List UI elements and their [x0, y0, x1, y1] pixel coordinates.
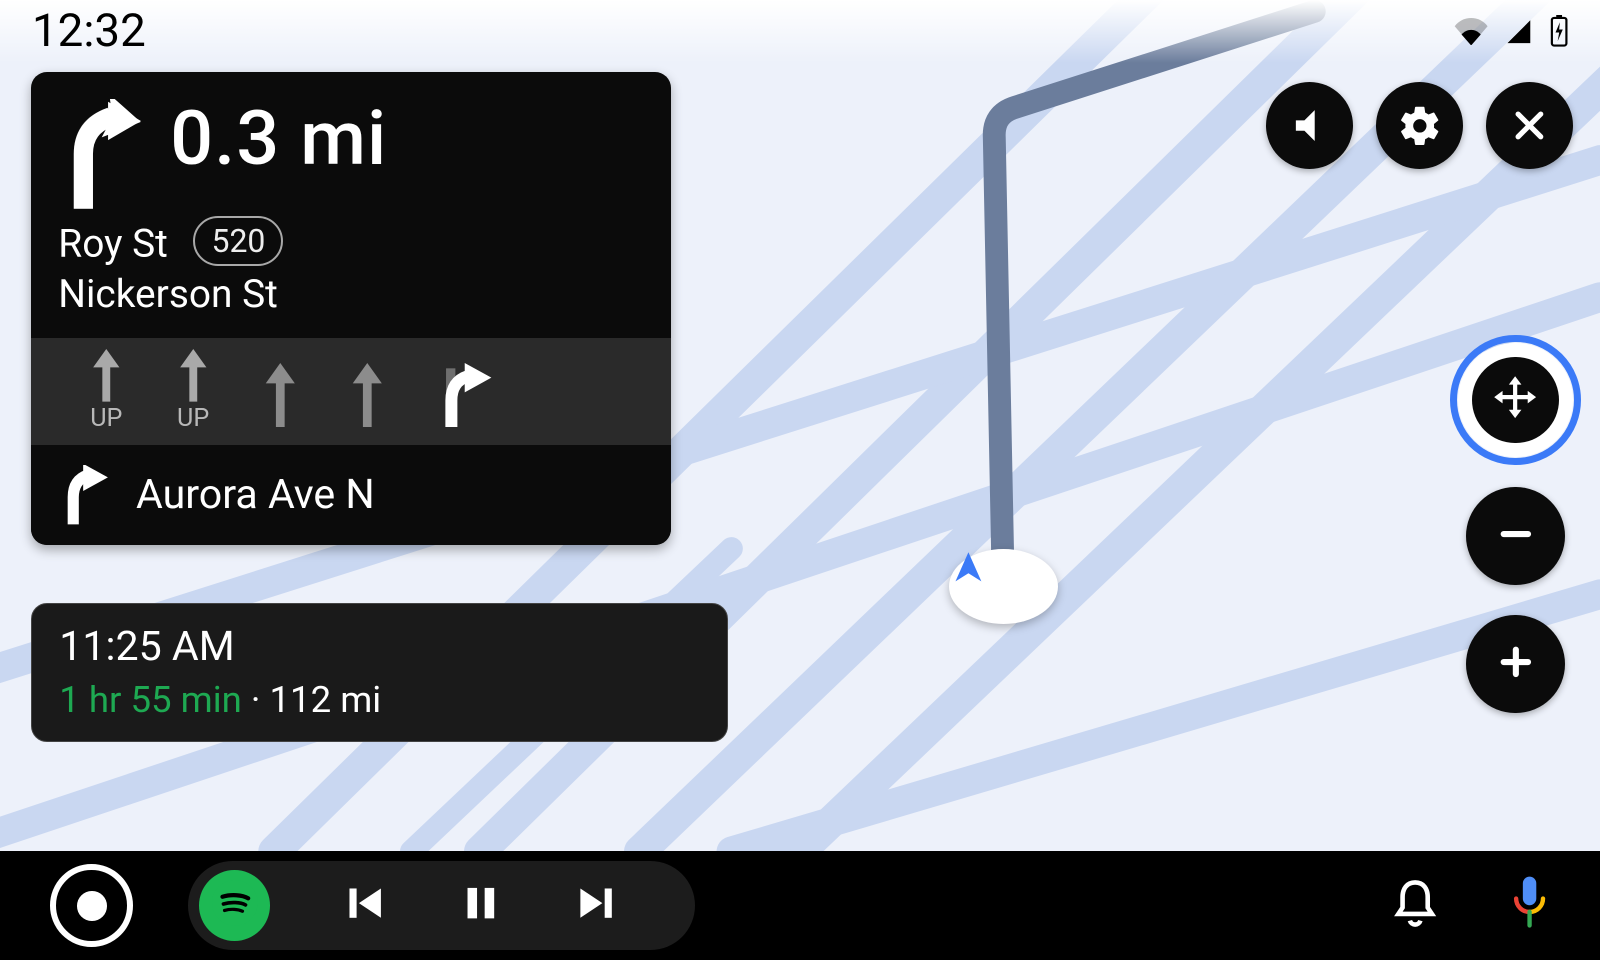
minus-icon	[1493, 511, 1539, 562]
spotify-button[interactable]	[199, 870, 270, 941]
eta-separator: ·	[242, 678, 270, 721]
next-step: Aurora Ave N	[31, 445, 671, 546]
bell-icon	[1390, 915, 1440, 936]
route-badge: 520	[193, 216, 283, 266]
media-pause-button[interactable]	[458, 878, 504, 933]
gear-icon	[1397, 103, 1443, 149]
street-secondary: Nickerson St	[58, 272, 278, 317]
status-time: 12:32	[32, 5, 146, 58]
cell-signal-icon	[1504, 18, 1534, 45]
launcher-button[interactable]	[50, 864, 133, 947]
pause-icon	[458, 912, 504, 933]
wifi-icon	[1454, 18, 1488, 45]
media-next-button[interactable]	[572, 878, 645, 933]
skip-next-icon	[572, 912, 622, 933]
lane-straight-icon	[349, 356, 386, 427]
plus-icon	[1493, 639, 1539, 690]
spotify-icon	[212, 880, 258, 931]
vehicle-marker	[949, 549, 1059, 624]
lane-straight-icon: UP	[88, 349, 125, 433]
pan-button[interactable]	[1458, 343, 1572, 457]
skip-previous-icon	[339, 912, 389, 933]
next-street: Aurora Ave N	[136, 471, 375, 519]
volume-mute-icon	[1289, 105, 1330, 146]
voice-assistant-button[interactable]	[1509, 875, 1550, 937]
street-primary: Roy St	[58, 221, 168, 266]
lane-straight-icon: UP	[175, 349, 212, 433]
maneuver-distance: 0.3 mi	[170, 95, 387, 183]
eta-distance: 112 mi	[270, 678, 382, 721]
maneuver-turn-right-icon	[58, 95, 147, 209]
notifications-button[interactable]	[1390, 876, 1440, 936]
lane-straight-icon	[262, 356, 299, 427]
settings-button[interactable]	[1376, 82, 1463, 169]
maneuver-turn-right-icon	[58, 465, 108, 524]
mute-button[interactable]	[1266, 82, 1353, 169]
turn-card: 0.3 mi Roy St 520 Nickerson St UP UP	[31, 72, 671, 545]
microphone-icon	[1509, 916, 1550, 937]
eta-duration: 1 hr 55 min	[59, 678, 242, 721]
lane-guidance: UP UP	[31, 338, 671, 445]
system-bar	[0, 851, 1600, 960]
media-previous-button[interactable]	[339, 878, 389, 933]
lane-turn-right-icon	[435, 356, 494, 427]
zoom-out-button[interactable]	[1466, 487, 1564, 585]
media-controls	[188, 861, 695, 950]
zoom-in-button[interactable]	[1466, 615, 1564, 713]
eta-card[interactable]: 11:25 AM 1 hr 55 min · 112 mi	[31, 603, 728, 742]
close-button[interactable]	[1486, 82, 1573, 169]
status-bar: 12:32	[0, 0, 1600, 63]
eta-arrival-time: 11:25 AM	[59, 623, 699, 671]
battery-charging-icon	[1550, 15, 1568, 47]
close-icon	[1510, 106, 1549, 145]
